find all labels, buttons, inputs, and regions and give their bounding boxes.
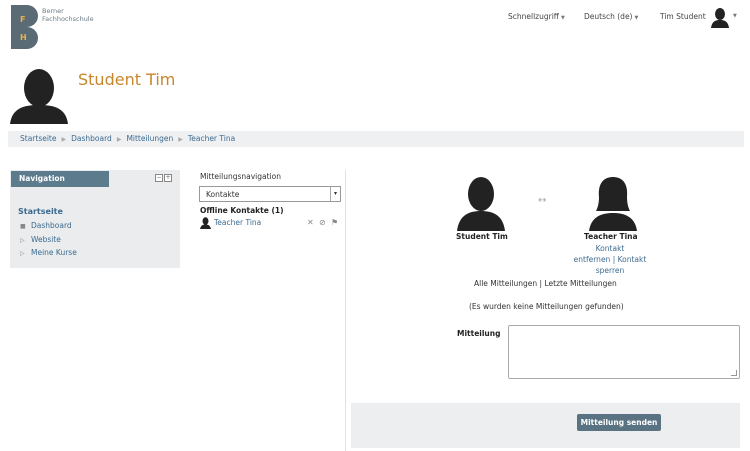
logo-text: Berner Fachhochschule xyxy=(42,7,94,23)
page-title: Student Tim xyxy=(78,70,176,89)
user-a-name[interactable]: Student Tim xyxy=(456,232,508,241)
chevron-down-icon[interactable]: ▼ xyxy=(733,13,737,19)
user-menu-name: Tim Student xyxy=(660,12,706,21)
message-nav-select[interactable]: Kontakte ▾ xyxy=(199,186,341,202)
message-nav-title: Mitteilungsnavigation xyxy=(200,172,281,181)
breadcrumb-separator-icon: ▶ xyxy=(178,136,183,143)
conversation-arrows-icon: ↔ xyxy=(538,195,547,206)
dock-icon[interactable]: + xyxy=(164,174,172,182)
block-contact-icon[interactable]: ⊘ xyxy=(319,218,326,227)
language-label: Deutsch (de) xyxy=(584,12,633,21)
contact-avatar xyxy=(200,217,211,229)
square-bullet-icon: ■ xyxy=(20,223,26,230)
breadcrumb-separator-icon: ▶ xyxy=(116,136,122,143)
profile-avatar xyxy=(10,68,68,124)
nav-item-label: Meine Kurse xyxy=(31,248,77,257)
recent-messages-link[interactable]: Letzte Mitteilungen xyxy=(544,279,616,288)
nav-item-label: Dashboard xyxy=(31,221,72,230)
navigation-block-title[interactable]: Navigation xyxy=(11,171,109,187)
column-divider xyxy=(345,170,346,451)
contact-action-line[interactable]: sperren xyxy=(560,266,660,275)
expand-arrow-icon: ▷ xyxy=(20,237,25,244)
nav-item-label: Website xyxy=(31,235,61,244)
form-footer xyxy=(351,403,740,448)
expand-arrow-icon: ▷ xyxy=(20,250,25,257)
user-b-name[interactable]: Teacher Tina xyxy=(584,232,638,241)
quick-access-menu[interactable]: Schnellzugriff ▼ xyxy=(508,12,565,21)
message-textarea[interactable] xyxy=(508,325,740,379)
nav-item-dashboard[interactable]: ■ Dashboard xyxy=(20,221,72,230)
contact-list-item[interactable]: Teacher Tina ✕ ⊘ ⚑ xyxy=(200,217,342,231)
chevron-down-icon: ▼ xyxy=(634,15,639,21)
all-messages-link[interactable]: Alle Mitteilungen xyxy=(474,279,537,288)
history-separator: | xyxy=(539,279,543,288)
send-message-button[interactable]: Mitteilung senden xyxy=(577,414,661,431)
nav-item-my-courses[interactable]: ▷ Meine Kurse xyxy=(20,248,77,257)
resize-handle-icon[interactable] xyxy=(731,370,737,376)
language-menu[interactable]: Deutsch (de) ▼ xyxy=(584,12,638,21)
message-nav-selected: Kontakte xyxy=(206,190,240,199)
remove-contact-icon[interactable]: ✕ xyxy=(307,218,314,227)
contact-actions[interactable]: Kontakt entfernen | Kontakt sperren xyxy=(560,244,660,275)
contact-action-line[interactable]: entfernen | Kontakt xyxy=(560,255,660,264)
collapse-icon[interactable]: − xyxy=(155,174,163,182)
user-b-avatar xyxy=(589,175,637,231)
breadcrumb-item-messages[interactable]: Mitteilungen xyxy=(126,134,173,143)
offline-contacts-header: Offline Kontakte (1) xyxy=(200,206,284,215)
history-icon[interactable]: ⚑ xyxy=(331,218,338,227)
contact-action-line[interactable]: Kontakt xyxy=(560,244,660,253)
breadcrumb: Startseite ▶ Dashboard ▶ Mitteilungen ▶ Teache… xyxy=(8,131,744,147)
dropdown-arrow-icon: ▾ xyxy=(330,187,340,201)
logo-text-line2: Fachhochschule xyxy=(42,15,94,23)
chevron-down-icon: ▼ xyxy=(560,15,565,21)
nav-item-website[interactable]: ▷ Website xyxy=(20,235,61,244)
user-a-avatar xyxy=(457,175,505,231)
logo-text-line1: Berner xyxy=(42,7,64,15)
logo-letter-f: F xyxy=(20,15,25,24)
user-avatar[interactable] xyxy=(709,6,731,28)
bfh-logo[interactable]: F H xyxy=(11,5,38,49)
logo-letter-h: H xyxy=(20,33,27,42)
nav-item-home[interactable]: Startseite xyxy=(18,207,63,216)
history-links: Alle Mitteilungen | Letzte Mitteilungen xyxy=(474,279,617,288)
empty-messages-notice: (Es wurden keine Mitteilungen gefunden) xyxy=(469,302,624,311)
contact-name[interactable]: Teacher Tina xyxy=(214,218,261,227)
breadcrumb-item-dashboard[interactable]: Dashboard xyxy=(71,134,112,143)
user-menu[interactable]: Tim Student xyxy=(660,12,706,21)
breadcrumb-separator-icon: ▶ xyxy=(61,136,67,143)
breadcrumb-item-contact[interactable]: Teacher Tina xyxy=(188,134,235,143)
quick-access-label: Schnellzugriff xyxy=(508,12,559,21)
breadcrumb-item-home[interactable]: Startseite xyxy=(20,134,56,143)
message-label: Mitteilung xyxy=(457,329,501,338)
